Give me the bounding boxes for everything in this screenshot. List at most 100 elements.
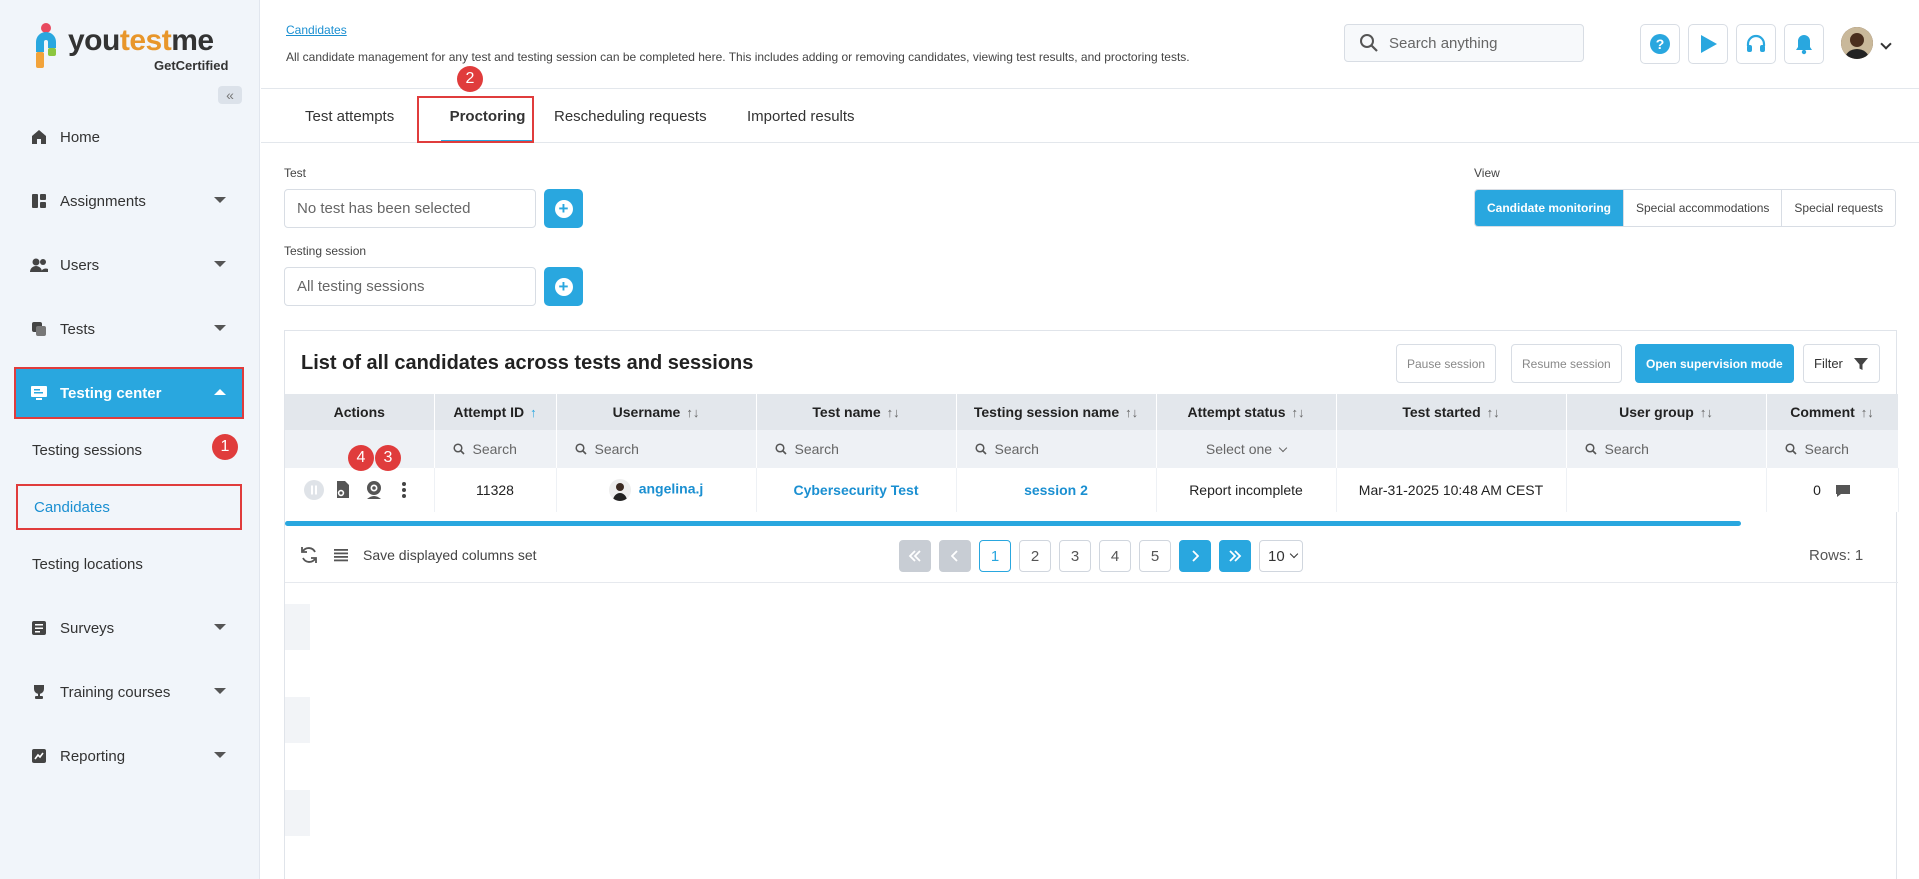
filter-attempt-id[interactable]: Search: [434, 430, 557, 468]
nav-item-users[interactable]: Users: [16, 241, 242, 289]
sort-icon[interactable]: ↑↓: [887, 405, 900, 420]
tab-test-attempts[interactable]: Test attempts: [305, 90, 394, 143]
nav-item-assignments[interactable]: Assignments: [16, 177, 242, 225]
sort-icon[interactable]: ↑↓: [1700, 405, 1713, 420]
table-row[interactable]: 11328 angelina.j Cybersecurity Test sess…: [285, 468, 1899, 512]
sort-icon[interactable]: ↑↓: [686, 405, 699, 420]
next-page-button[interactable]: [1179, 540, 1211, 572]
cell-test-name[interactable]: Cybersecurity Test: [756, 468, 957, 512]
nav-item-testing-center[interactable]: Testing center: [14, 367, 244, 419]
pagination: 1 2 3 4 5 10: [899, 540, 1303, 572]
sort-icon[interactable]: ↑↓: [1487, 405, 1500, 420]
username-link[interactable]: angelina.j: [639, 481, 704, 497]
filter-icon: [1853, 357, 1868, 370]
column-header-testing-session-name[interactable]: Testing session name ↑↓: [956, 394, 1157, 430]
header: Candidates All candidate management for …: [261, 0, 1919, 89]
add-test-button[interactable]: +: [544, 189, 583, 228]
view-special-requests[interactable]: Special requests: [1781, 190, 1896, 226]
help-button[interactable]: ?: [1640, 24, 1680, 64]
first-page-button[interactable]: [899, 540, 931, 572]
nav-item-reporting[interactable]: Reporting: [16, 732, 242, 780]
column-header-test-started[interactable]: Test started ↑↓: [1336, 394, 1567, 430]
open-supervision-mode-button[interactable]: Open supervision mode: [1635, 344, 1794, 383]
page-2-button[interactable]: 2: [1019, 540, 1051, 572]
filter-username[interactable]: Search: [556, 430, 757, 468]
global-search-input[interactable]: Search anything: [1344, 24, 1584, 62]
user-avatar[interactable]: [1841, 27, 1873, 59]
support-button[interactable]: [1736, 24, 1776, 64]
columns-list-icon[interactable]: [333, 548, 349, 562]
sort-icon[interactable]: ↑: [530, 405, 537, 420]
page-1-button[interactable]: 1: [979, 540, 1011, 572]
column-header-test-name[interactable]: Test name ↑↓: [756, 394, 957, 430]
horizontal-scrollbar[interactable]: [285, 521, 1741, 526]
view-label: View: [1474, 166, 1500, 180]
nav-item-tests[interactable]: Tests: [16, 305, 242, 353]
logo[interactable]: youtestme GetCertified: [32, 20, 232, 76]
plus-icon: +: [554, 277, 573, 296]
session-link[interactable]: session 2: [1024, 482, 1088, 498]
filter-testing-session[interactable]: Search: [956, 430, 1157, 468]
view-candidate-monitoring[interactable]: Candidate monitoring: [1475, 190, 1623, 226]
pause-icon[interactable]: [303, 479, 325, 501]
filter-comment[interactable]: Search: [1766, 430, 1899, 468]
notifications-button[interactable]: [1784, 24, 1824, 64]
document-camera-icon[interactable]: [333, 479, 355, 501]
chevron-down-icon[interactable]: [1880, 38, 1892, 50]
cell-comment[interactable]: 0: [1766, 468, 1899, 512]
page-size-select[interactable]: 10: [1259, 540, 1303, 572]
webcam-icon[interactable]: [363, 479, 385, 501]
sort-icon[interactable]: ↑↓: [1125, 405, 1138, 420]
column-header-attempt-id[interactable]: Attempt ID ↑: [434, 394, 557, 430]
comment-icon[interactable]: [1835, 484, 1851, 498]
tab-imported-results[interactable]: Imported results: [747, 90, 855, 143]
filter-attempt-status-select[interactable]: Select one: [1156, 430, 1337, 468]
filter-button[interactable]: Filter: [1803, 344, 1880, 383]
chevron-down-icon: [1278, 443, 1288, 453]
cell-username[interactable]: angelina.j: [556, 468, 757, 512]
cell-testing-session[interactable]: session 2: [956, 468, 1157, 512]
sort-icon[interactable]: ↑↓: [1861, 405, 1874, 420]
play-tutorial-button[interactable]: [1688, 24, 1728, 64]
tab-rescheduling-requests[interactable]: Rescheduling requests: [554, 90, 707, 143]
view-special-accommodations[interactable]: Special accommodations: [1623, 190, 1782, 226]
tests-icon: [30, 320, 48, 338]
filter-user-group[interactable]: Search: [1566, 430, 1767, 468]
last-page-button[interactable]: [1219, 540, 1251, 572]
search-icon: [1784, 443, 1797, 455]
sub-item-testing-locations[interactable]: Testing locations: [16, 541, 242, 587]
pause-session-button[interactable]: Pause session: [1396, 344, 1497, 383]
avatar-image: [1841, 27, 1873, 59]
test-name-link[interactable]: Cybersecurity Test: [793, 482, 918, 498]
resume-session-button[interactable]: Resume session: [1511, 344, 1622, 383]
surveys-icon: [30, 619, 48, 637]
sub-item-testing-sessions[interactable]: Testing sessions: [16, 427, 242, 473]
column-header-actions: Actions: [285, 394, 435, 430]
nav-item-home[interactable]: Home: [16, 113, 242, 161]
nav-item-surveys[interactable]: Surveys: [16, 604, 242, 652]
page-5-button[interactable]: 5: [1139, 540, 1171, 572]
page-4-button[interactable]: 4: [1099, 540, 1131, 572]
column-header-user-group[interactable]: User group ↑↓: [1566, 394, 1767, 430]
more-options-icon[interactable]: [393, 479, 415, 501]
breadcrumb[interactable]: Candidates: [286, 23, 347, 37]
chevron-down-icon: [214, 752, 226, 758]
save-columns-link[interactable]: Save displayed columns set: [363, 547, 537, 563]
rows-count: Rows: 1: [1809, 547, 1864, 564]
search-icon: [1584, 443, 1597, 455]
testing-session-field[interactable]: All testing sessions: [284, 267, 536, 306]
column-header-comment[interactable]: Comment ↑↓: [1766, 394, 1899, 430]
sub-item-candidates[interactable]: Candidates: [16, 484, 242, 530]
prev-page-button[interactable]: [939, 540, 971, 572]
column-header-attempt-status[interactable]: Attempt status ↑↓: [1156, 394, 1337, 430]
refresh-icon[interactable]: [299, 545, 319, 565]
add-session-button[interactable]: +: [544, 267, 583, 306]
column-header-username[interactable]: Username ↑↓: [556, 394, 757, 430]
collapse-sidebar-button[interactable]: «: [218, 86, 242, 104]
nav-item-training-courses[interactable]: Training courses: [16, 668, 242, 716]
page-3-button[interactable]: 3: [1059, 540, 1091, 572]
sort-icon[interactable]: ↑↓: [1292, 405, 1305, 420]
test-select-field[interactable]: No test has been selected: [284, 189, 536, 228]
empty-row-stripe: [285, 790, 310, 836]
filter-test-name[interactable]: Search: [756, 430, 957, 468]
